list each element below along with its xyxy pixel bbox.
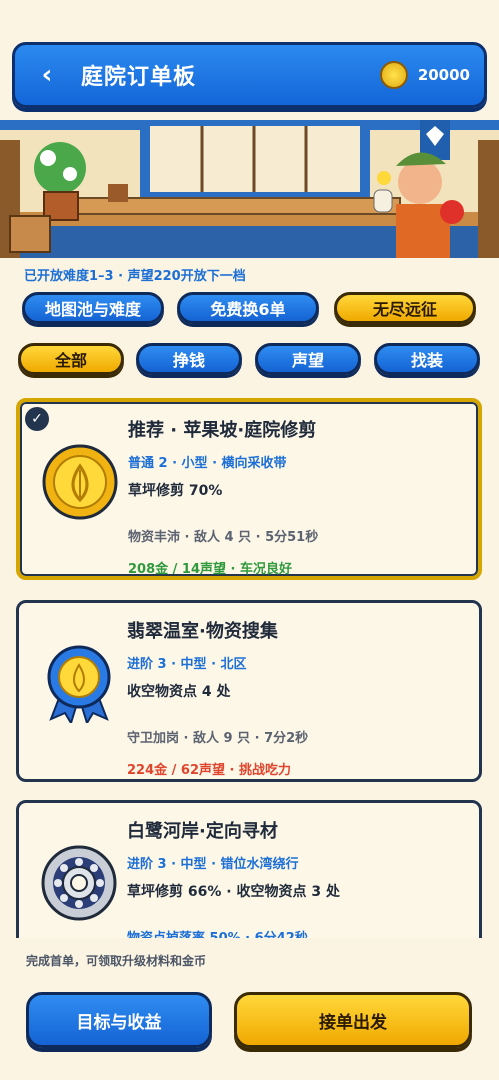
order-list[interactable]: ✓ 推荐 · 苹果坡·庭院修剪 普通 2 · 小型 · 横向采收带 草坪修剪 7… (14, 398, 486, 938)
order-card[interactable]: 翡翠温室·物资搜集 进阶 3 · 中型 · 北区 收空物资点 4 处 守卫加岗 … (16, 600, 482, 782)
order-card[interactable]: ✓ 推荐 · 苹果坡·庭院修剪 普通 2 · 小型 · 横向采收带 草坪修剪 7… (16, 398, 482, 580)
order-title: 翡翠温室·物资搜集 (127, 621, 278, 642)
tab-all[interactable]: 全部 (18, 343, 124, 375)
order-meta: 进阶 3 · 中型 · 北区 (127, 657, 247, 672)
order-info: 守卫加岗 · 敌人 9 只 · 7分2秒 (127, 731, 309, 746)
order-goal: 草坪修剪 70% (128, 483, 223, 499)
order-meta: 进阶 3 · 中型 · 错位水湾绕行 (127, 857, 299, 872)
footer-hint: 完成首单，可领取升级材料和金币 (26, 954, 207, 968)
map-pool-difficulty-button[interactable]: 地图池与难度 (22, 292, 164, 324)
courtyard-banner-illustration (0, 120, 499, 258)
header-bar: ‹ 庭院订单板 20000 (12, 42, 487, 108)
bearing-icon (41, 845, 117, 921)
order-goal: 草坪修剪 66% · 收空物资点 3 处 (127, 884, 340, 900)
free-swap-orders-button[interactable]: 免费换6单 (177, 292, 319, 324)
order-reward: 208金 / 14声望 · 车况良好 (128, 562, 293, 577)
accept-order-button[interactable]: 接单出发 (234, 992, 472, 1048)
order-info: 物资丰沛 · 敌人 4 只 · 5分51秒 (128, 530, 319, 545)
endless-expedition-button[interactable]: 无尽远征 (334, 292, 476, 324)
tab-find-gear[interactable]: 找装 (374, 343, 480, 375)
order-card[interactable]: 白鹭河岸·定向寻材 进阶 3 · 中型 · 错位水湾绕行 草坪修剪 66% · … (16, 800, 482, 938)
order-info: 物资点掉落率 50% · 6分42秒 (127, 927, 308, 938)
goals-rewards-button[interactable]: 目标与收益 (26, 992, 212, 1048)
tab-earn-money[interactable]: 挣钱 (136, 343, 242, 375)
tab-reputation[interactable]: 声望 (255, 343, 361, 375)
order-goal: 收空物资点 4 处 (127, 684, 231, 700)
order-reward: 224金 / 62声望 · 挑战吃力 (127, 763, 292, 778)
unlock-status-text: 已开放难度1–3 · 声望220开放下一档 (24, 269, 246, 284)
order-meta: 普通 2 · 小型 · 横向采收带 (128, 456, 287, 471)
order-title: 推荐 · 苹果坡·庭院修剪 (128, 420, 317, 441)
leaf-coin-icon (42, 444, 118, 520)
check-icon: ✓ (25, 407, 49, 431)
banner-scene (0, 120, 499, 258)
back-arrow-icon[interactable]: ‹ (27, 60, 67, 90)
rosette-medal-icon (47, 645, 111, 723)
page-title: 庭院订单板 (81, 65, 197, 90)
coin-icon (379, 61, 408, 89)
coin-balance: 20000 (417, 66, 470, 84)
order-title: 白鹭河岸·定向寻材 (127, 821, 278, 842)
